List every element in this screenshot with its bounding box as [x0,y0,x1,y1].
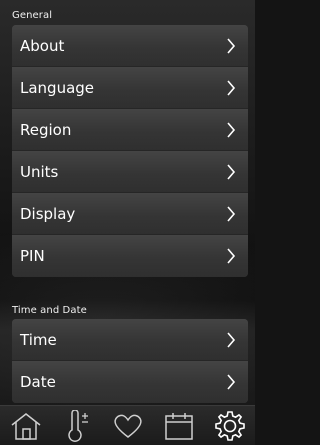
home-icon [11,412,40,440]
chevron-right-icon [227,121,236,138]
settings-item-language[interactable]: Language [12,67,248,109]
settings-item-label: Region [20,120,72,139]
thermometer-icon [67,409,88,442]
settings-item-label: PIN [20,247,45,265]
settings-item-label: Date [20,373,56,391]
chevron-right-icon [227,248,236,264]
chevron-right-icon [227,163,236,180]
chevron-right-icon [227,79,236,96]
bottom-tab-bar [0,405,255,445]
settings-item-time[interactable]: Time [12,319,248,361]
calendar-icon [164,412,193,440]
tab-home[interactable] [4,406,48,445]
tab-settings[interactable] [208,406,252,445]
tab-favorites[interactable] [106,406,150,445]
section-header-general: General [12,10,53,21]
settings-item-date[interactable]: Date [12,361,248,403]
settings-item-label: Units [20,162,59,181]
settings-item-units[interactable]: Units [12,151,248,193]
settings-item-label: Display [20,204,76,223]
settings-item-label: Language [20,78,95,97]
chevron-right-icon [227,205,236,222]
settings-item-label: Time [20,330,57,349]
chevron-right-icon [227,374,236,390]
settings-screen: General About Language Region Units Disp… [0,0,255,445]
settings-item-label: About [20,36,65,55]
settings-item-about[interactable]: About [12,25,248,67]
chevron-right-icon [227,331,236,348]
settings-group-time-and-date: Time Date [12,319,248,403]
tab-temperature[interactable] [55,406,99,445]
settings-item-display[interactable]: Display [12,193,248,235]
settings-item-region[interactable]: Region [12,109,248,151]
section-header-time-and-date: Time and Date [12,305,87,316]
settings-group-general: About Language Region Units Display PIN [12,25,248,277]
chevron-right-icon [227,37,236,54]
gear-icon [214,410,245,441]
settings-item-pin[interactable]: PIN [12,235,248,277]
tab-calendar[interactable] [157,406,201,445]
heart-icon [113,414,142,438]
